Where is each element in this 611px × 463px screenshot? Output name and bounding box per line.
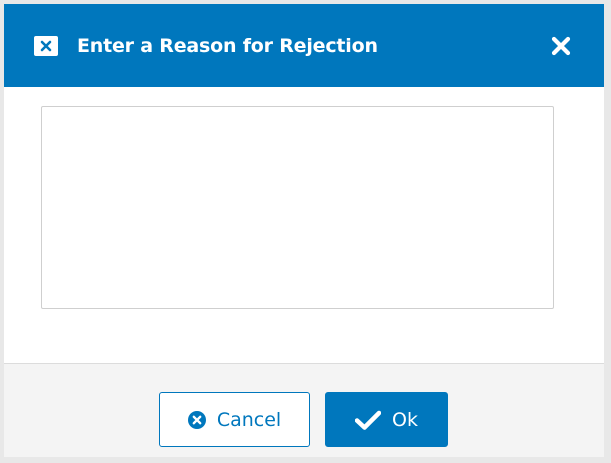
times-circle-icon [187, 410, 206, 429]
close-box-icon [34, 35, 58, 56]
dialog-footer: Cancel Ok [4, 363, 604, 457]
dialog-header: Enter a Reason for Rejection [4, 4, 604, 87]
reason-textarea[interactable] [41, 106, 554, 309]
cancel-button[interactable]: Cancel [159, 392, 310, 447]
dialog-body [4, 87, 604, 363]
ok-button-label: Ok [392, 408, 418, 431]
close-icon[interactable] [551, 36, 571, 56]
ok-button[interactable]: Ok [325, 392, 448, 447]
dialog-title: Enter a Reason for Rejection [77, 34, 378, 57]
cancel-button-label: Cancel [216, 408, 282, 431]
rejection-reason-dialog: Enter a Reason for Rejection Cancel Ok [4, 4, 604, 457]
checkmark-icon [355, 410, 382, 430]
